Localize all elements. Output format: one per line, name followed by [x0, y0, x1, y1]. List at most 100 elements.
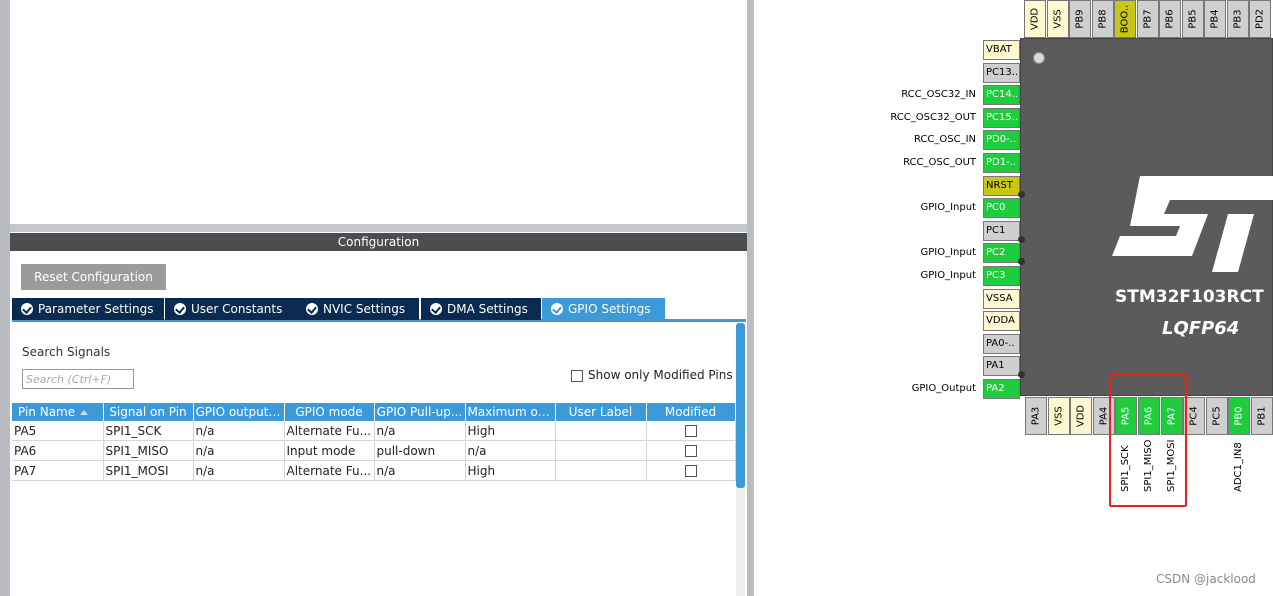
cell-modified [646, 440, 736, 461]
tab-user-constants[interactable]: User Constants [165, 298, 303, 320]
check-circle-icon [21, 303, 33, 315]
pin-pb0[interactable]: PB0 [1228, 397, 1251, 435]
pin-vdd[interactable]: VDD [1070, 397, 1093, 435]
panel-splitter[interactable] [747, 0, 754, 596]
pin-pa2[interactable]: PA2 [983, 379, 1020, 399]
tab-label: Parameter Settings [38, 302, 154, 316]
pin-pb4[interactable]: PB4 [1204, 0, 1226, 38]
pin-pb6[interactable]: PB6 [1159, 0, 1181, 38]
pin-label: PB0 [1233, 406, 1245, 426]
pin-pc1[interactable]: PC1 [983, 220, 1020, 241]
chip-part-number: STM32F103RCT [1115, 287, 1264, 307]
pin-vss[interactable]: VSS [1046, 0, 1069, 38]
tab-nvic-settings[interactable]: NVIC Settings [297, 298, 419, 320]
pin-pc2[interactable]: PC2 [983, 243, 1020, 264]
pin-label: PB9 [1074, 9, 1086, 29]
pin-boo[interactable]: BOO.. [1114, 0, 1136, 38]
scrollbar-thumb[interactable] [736, 323, 745, 488]
tab-label: DMA Settings [447, 302, 528, 316]
pin-pc14[interactable]: PC14.. [983, 85, 1020, 106]
modified-checkbox[interactable] [684, 445, 697, 457]
pin-pb3[interactable]: PB3 [1226, 0, 1249, 38]
pin-pb1[interactable]: PB1 [1251, 397, 1273, 435]
show-only-modified-checkbox[interactable] [571, 370, 583, 382]
pin-pd2[interactable]: PD2 [1249, 0, 1271, 38]
pin-label: PA4 [1098, 406, 1110, 426]
pin-label: PB1 [1256, 406, 1268, 426]
tab-gpio-settings[interactable]: GPIO Settings [542, 298, 665, 320]
pin-label: PB7 [1142, 9, 1153, 29]
pin-pd0[interactable]: PD0-.. [983, 130, 1020, 151]
pin-label: PA3 [1030, 406, 1042, 426]
table-row[interactable]: PA7 SPI1_MOSI n/a Alternate Fu... n/a Hi… [12, 460, 736, 481]
pin-vdda[interactable]: VDDA [983, 311, 1020, 332]
cell-gpio-pull: n/a [374, 460, 466, 481]
tab-parameter-settings[interactable]: Parameter Settings [12, 298, 164, 320]
cell-pin-name: PA5 [12, 421, 104, 441]
search-signals-label: Search Signals [22, 345, 111, 359]
pin-pa3[interactable]: PA3 [1025, 397, 1047, 435]
cell-gpio-output: n/a [193, 440, 285, 461]
pin-signal-label: GPIO_Input [920, 202, 977, 214]
pin-pc13[interactable]: PC13.. [983, 62, 1020, 83]
show-only-modified-label: Show only Modified Pins [588, 368, 733, 382]
table-row[interactable]: PA6 SPI1_MISO n/a Input mode pull-down n… [12, 440, 736, 461]
cell-user-label[interactable] [555, 460, 647, 481]
column-header-gpio-pull[interactable]: GPIO Pull-up... [374, 403, 466, 421]
pin-pc15[interactable]: PC15.. [983, 107, 1020, 128]
table-row[interactable]: PA5 SPI1_SCK n/a Alternate Fu... n/a Hig… [12, 421, 736, 441]
column-header-modified[interactable]: Modified [646, 403, 736, 421]
pin-label: PB8 [1097, 9, 1108, 29]
pin-signal-label: RCC_OSC_IN [913, 134, 976, 146]
pin-pb5[interactable]: PB5 [1181, 0, 1204, 38]
pin-vss[interactable]: VSS [1047, 397, 1070, 435]
pin-pb8[interactable]: PB8 [1091, 0, 1114, 38]
column-header-max-output-speed[interactable]: Maximum ou... [465, 403, 556, 421]
pin-vdd[interactable]: VDD [1024, 0, 1046, 38]
cell-gpio-pull: n/a [374, 421, 466, 441]
cell-signal: SPI1_MISO [103, 440, 194, 461]
pin-label: PC5 [1211, 406, 1223, 426]
column-header-gpio-mode[interactable]: GPIO mode [284, 403, 375, 421]
pin-vssa[interactable]: VSSA [983, 288, 1020, 309]
pin-label: PD2 [1254, 8, 1266, 30]
pin-label: PB5 [1187, 9, 1198, 29]
pin-pc3[interactable]: PC3 [983, 266, 1020, 286]
modified-checkbox[interactable] [684, 465, 697, 477]
pin-signal-label: GPIO_Input [920, 270, 977, 281]
column-header-gpio-output[interactable]: GPIO output ... [193, 403, 285, 421]
tab-label: NVIC Settings [323, 302, 406, 316]
chip-package: LQFP64 [1162, 318, 1240, 339]
cell-user-label[interactable] [555, 440, 647, 461]
pin-pb7[interactable]: PB7 [1136, 0, 1159, 38]
pin-pa1[interactable]: PA1 [983, 356, 1020, 377]
reset-configuration-button[interactable]: Reset Configuration [21, 264, 166, 290]
cell-gpio-mode: Alternate Fu... [284, 460, 375, 481]
check-circle-icon [430, 303, 442, 315]
pin-signal-label: ADC1_IN8 [1233, 442, 1245, 492]
pin-pd1[interactable]: PD1-.. [983, 153, 1020, 173]
modified-checkbox[interactable] [684, 425, 697, 437]
panel-frame-divider [10, 224, 747, 232]
column-header-pin-name[interactable]: Pin Name [12, 403, 104, 421]
search-input[interactable] [22, 369, 134, 389]
tab-label: GPIO Settings [568, 302, 651, 316]
column-header-signal[interactable]: Signal on Pin [103, 403, 194, 421]
pin-label: PB6 [1164, 9, 1176, 29]
pin-pa0[interactable]: PA0-.. [983, 333, 1020, 354]
pin-signal-label: GPIO_Input [920, 247, 977, 259]
cell-gpio-output: n/a [193, 421, 285, 441]
tab-label: User Constants [191, 302, 283, 316]
pin-pc5[interactable]: PC5 [1205, 397, 1228, 435]
pin-pc0[interactable]: PC0 [983, 198, 1020, 219]
pin-vbat[interactable]: VBAT [983, 40, 1020, 60]
settings-tab-bar: Parameter Settings User Constants NVIC S… [12, 298, 746, 322]
pin1-marker-icon [1033, 52, 1045, 64]
pin-signal-label: RCC_OSC32_OUT [890, 111, 976, 123]
check-circle-icon [174, 303, 186, 315]
column-header-user-label[interactable]: User Label [555, 403, 647, 421]
pin-nrst[interactable]: NRST [983, 175, 1020, 196]
pin-pb9[interactable]: PB9 [1069, 0, 1091, 38]
cell-user-label[interactable] [555, 421, 647, 441]
tab-dma-settings[interactable]: DMA Settings [421, 298, 541, 320]
